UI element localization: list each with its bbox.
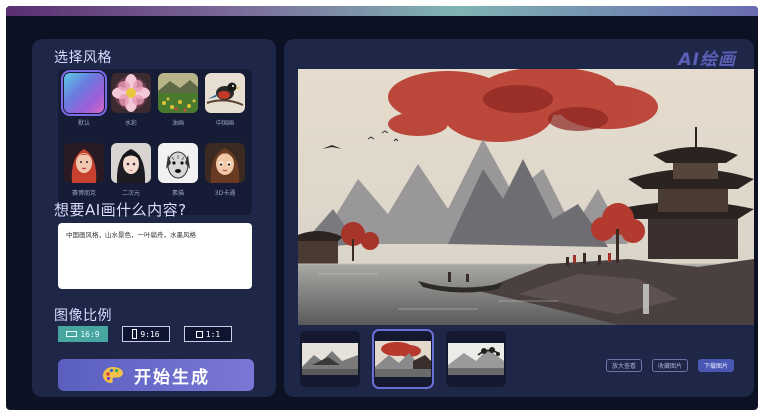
thumbnail-1[interactable] bbox=[300, 331, 360, 387]
ratio-label: 1:1 bbox=[205, 329, 221, 339]
style-tile-default[interactable]: 默认 bbox=[61, 70, 107, 137]
landscape-icon bbox=[158, 73, 198, 113]
preview-panel: AI绘画 放大查看 收藏图片 下载图片 bbox=[284, 39, 754, 397]
generated-landscape-image bbox=[298, 69, 754, 325]
style-label: 油画 bbox=[171, 120, 184, 127]
portrait-ratio-icon bbox=[132, 329, 138, 339]
ratio-1-1-button[interactable]: 1:1 bbox=[184, 326, 232, 342]
landscape-ratio-icon bbox=[66, 331, 78, 337]
ratio-label: 16:9 bbox=[80, 329, 100, 339]
style-tile-cyberpunk[interactable]: 赛博朋克 bbox=[64, 143, 104, 207]
thumbnail-3[interactable] bbox=[446, 331, 506, 387]
style-tile-sketch[interactable]: 素描 bbox=[158, 143, 198, 207]
control-panel: 选择风格 默认 水彩 油画 中国画 赛博朋克 二次元 素描 3D卡通 想要AI画… bbox=[32, 39, 276, 397]
square-ratio-icon bbox=[195, 330, 203, 338]
style-label: 二次元 bbox=[121, 190, 140, 197]
ratio-9-16-button[interactable]: 9:16 bbox=[122, 326, 170, 342]
generate-button[interactable]: 开始生成 bbox=[58, 359, 254, 391]
style-label: 3D卡通 bbox=[214, 190, 236, 197]
app-window: 选择风格 默认 水彩 油画 中国画 赛博朋克 二次元 素描 3D卡通 想要AI画… bbox=[6, 6, 758, 410]
top-gradient-bar bbox=[6, 6, 758, 16]
bird-icon bbox=[205, 73, 245, 113]
style-label: 素描 bbox=[171, 190, 184, 197]
thumbnail-2[interactable] bbox=[372, 329, 434, 389]
flower-icon bbox=[111, 73, 151, 113]
style-tile-oil[interactable]: 油画 bbox=[158, 73, 198, 137]
style-tile-anime[interactable]: 二次元 bbox=[111, 143, 151, 207]
image-actions: 放大查看 收藏图片 下载图片 bbox=[605, 359, 734, 372]
gradient-swatch-icon bbox=[61, 70, 107, 116]
ink-landscape-thumb-icon bbox=[302, 343, 358, 375]
portrait-3d-icon bbox=[205, 143, 245, 183]
style-label: 中国画 bbox=[215, 120, 234, 127]
style-label: 默认 bbox=[77, 120, 90, 127]
download-button[interactable]: 下载图片 bbox=[697, 359, 734, 372]
favorite-button[interactable]: 收藏图片 bbox=[651, 359, 688, 372]
dog-sketch-icon bbox=[158, 143, 198, 183]
zoom-button[interactable]: 放大查看 bbox=[605, 359, 642, 372]
ink-tree-thumb-icon bbox=[448, 343, 504, 375]
palette-icon bbox=[103, 367, 123, 383]
ratio-16-9-button[interactable]: 16:9 bbox=[58, 326, 108, 342]
ratio-label: 9:16 bbox=[140, 329, 160, 339]
style-tile-3d[interactable]: 3D卡通 bbox=[205, 143, 245, 207]
style-label: 赛博朋克 bbox=[71, 190, 96, 197]
prompt-input[interactable]: 中国画风格，山水景色，一叶扁舟，水墨风格 bbox=[58, 223, 252, 289]
ratio-section-title: 图像比例 bbox=[54, 308, 112, 324]
red-pagoda-thumb-icon bbox=[375, 341, 431, 377]
ratio-options: 16:9 9:16 1:1 bbox=[58, 326, 254, 342]
thumbnail-strip bbox=[300, 329, 506, 391]
style-tile-chinese[interactable]: 中国画 bbox=[205, 73, 245, 137]
prompt-section-title: 想要AI画什么内容? bbox=[54, 201, 187, 219]
style-label: 水彩 bbox=[124, 120, 137, 127]
generate-label: 开始生成 bbox=[134, 367, 210, 388]
style-section-title: 选择风格 bbox=[54, 50, 112, 66]
style-grid: 默认 水彩 油画 中国画 赛博朋克 二次元 素描 3D卡通 bbox=[58, 69, 252, 215]
portrait-red-hair-icon bbox=[64, 143, 104, 183]
style-tile-watercolor[interactable]: 水彩 bbox=[111, 73, 151, 137]
portrait-anime-icon bbox=[111, 143, 151, 183]
brand-logo: AI绘画 bbox=[678, 50, 736, 70]
